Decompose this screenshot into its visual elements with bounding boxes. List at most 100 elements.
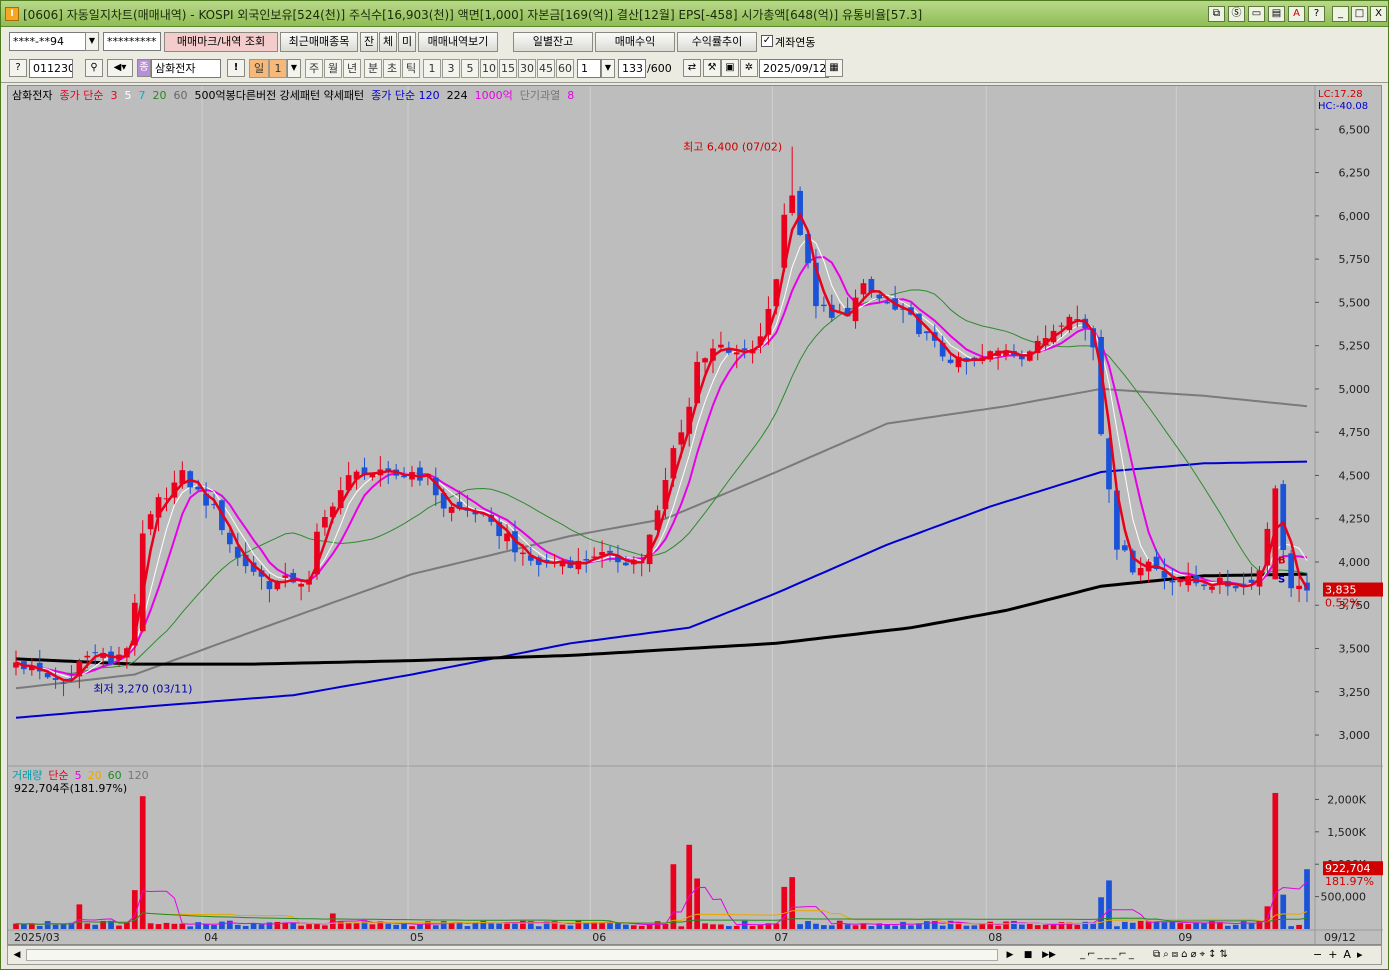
- price-tick-label: 5,750: [1339, 253, 1371, 266]
- tab-minute[interactable]: 분: [364, 59, 382, 78]
- chevron-down-icon[interactable]: ▼: [85, 32, 99, 51]
- chart-scrollbar[interactable]: ◀ ▶ ■ ▶▶ _⌐___⌐_ ⧉⌕⧈⌂⌀⌖↕⇅ −+A▸: [7, 945, 1382, 965]
- volume-bar: [13, 923, 19, 929]
- x-axis-label: 09/12: [1324, 931, 1356, 944]
- exclaim-icon[interactable]: !: [227, 59, 245, 77]
- gear-icon[interactable]: ✲: [740, 59, 758, 77]
- volume-bar: [369, 924, 376, 929]
- candle-body: [84, 655, 91, 658]
- candle-body: [298, 583, 304, 587]
- volume-bar: [694, 878, 700, 929]
- balance-button[interactable]: 잔: [360, 32, 378, 52]
- hc-label: HC:-40.08: [1318, 101, 1368, 112]
- layout-icon[interactable]: ▤: [1268, 6, 1285, 22]
- return-trend-button[interactable]: 수익률추이: [677, 32, 757, 52]
- volume-bar: [1240, 921, 1247, 929]
- interval-3[interactable]: 3: [442, 59, 460, 78]
- date-field[interactable]: 2025/09/12: [759, 59, 829, 78]
- volume-bar: [892, 925, 898, 929]
- close-button[interactable]: X: [1370, 6, 1387, 22]
- volume-bar: [1074, 924, 1081, 929]
- chevron-down-icon[interactable]: ▼: [601, 59, 615, 78]
- info-icon[interactable]: ?: [9, 59, 27, 77]
- daily-count-field[interactable]: 1: [269, 59, 287, 78]
- interval-15[interactable]: 15: [499, 59, 517, 78]
- screen-icon[interactable]: ▭: [1248, 6, 1265, 22]
- search-icon[interactable]: ⚲: [85, 59, 103, 77]
- price-legend-item: 종가 단순 120: [371, 89, 439, 102]
- fast-forward-icon[interactable]: ▶▶: [1039, 948, 1059, 962]
- stock-name-field[interactable]: 삼화전자: [151, 59, 221, 78]
- x-axis-label: 05: [410, 931, 424, 944]
- volume-bar: [567, 925, 574, 929]
- scroll-left-icon[interactable]: ◀: [10, 948, 24, 962]
- trade-profit-button[interactable]: 매매수익: [595, 32, 675, 52]
- volume-bar: [211, 925, 217, 929]
- volume-bar: [987, 921, 994, 929]
- interval-10[interactable]: 10: [480, 59, 498, 78]
- recent-trades-button[interactable]: 최근매매종목: [280, 32, 358, 52]
- candle-body: [821, 304, 827, 307]
- interval-5[interactable]: 5: [461, 59, 479, 78]
- settings-icon[interactable]: ⇄: [683, 59, 701, 77]
- volume-bar: [440, 921, 447, 929]
- volume-bar: [844, 924, 851, 929]
- zoom-slider[interactable]: _⌐___⌐_: [1068, 948, 1148, 962]
- zoom-icons[interactable]: −+A▸: [1313, 948, 1383, 962]
- executed-button[interactable]: 체: [379, 32, 397, 52]
- chevron-down-icon[interactable]: ▼: [287, 59, 301, 78]
- stock-code-input[interactable]: 011230: [29, 59, 73, 78]
- interval-30[interactable]: 30: [518, 59, 536, 78]
- stop-icon[interactable]: ■: [1021, 948, 1035, 962]
- unfilled-button[interactable]: 미: [398, 32, 416, 52]
- trade-mark-query-button[interactable]: 매매마크/내역 조회: [164, 32, 278, 52]
- daily-balance-button[interactable]: 일별잔고: [513, 32, 593, 52]
- candle-body: [876, 294, 883, 299]
- interval-45[interactable]: 45: [537, 59, 555, 78]
- volume-bar: [1137, 920, 1144, 929]
- help-icon[interactable]: ?: [1308, 6, 1325, 22]
- link-icon[interactable]: ⧉: [1208, 6, 1225, 22]
- volume-legend-item: 120: [128, 769, 149, 782]
- chart-area[interactable]: 3,000 3,250 3,500 3,750 4,000 4,250 4,500 4,750…: [7, 85, 1385, 946]
- scroll-right-icon[interactable]: ▶: [1003, 948, 1017, 962]
- tab-monthly[interactable]: 월: [324, 59, 342, 78]
- tab-second[interactable]: 초: [383, 59, 401, 78]
- volume-bar: [139, 796, 146, 929]
- scroll-track[interactable]: [26, 949, 998, 961]
- minimize-button[interactable]: _: [1332, 6, 1349, 22]
- volume-bar: [615, 922, 621, 929]
- tab-tick[interactable]: 틱: [402, 59, 420, 78]
- view-trades-button[interactable]: 매매내역보기: [418, 32, 498, 52]
- volume-bar: [298, 925, 304, 929]
- password-field[interactable]: *********: [103, 32, 161, 51]
- volume-bar: [1129, 922, 1136, 929]
- tab-weekly[interactable]: 주: [305, 59, 323, 78]
- interval-1[interactable]: 1: [423, 59, 441, 78]
- tab-yearly[interactable]: 년: [343, 59, 361, 78]
- volume-bar: [678, 926, 685, 929]
- volume-bar: [821, 925, 827, 929]
- window-title: [0606] 자동일지차트(매매내역) - KOSPI 외국인보유[524(천)…: [23, 8, 923, 22]
- chart-tools-icons[interactable]: ⧉⌕⧈⌂⌀⌖↕⇅: [1153, 948, 1303, 962]
- volume-bar: [1280, 894, 1287, 929]
- title-bar[interactable]: I [0606] 자동일지차트(매매내역) - KOSPI 외국인보유[524(…: [1, 1, 1388, 27]
- maximize-button[interactable]: □: [1351, 6, 1368, 22]
- price-legend-item: 5: [124, 89, 131, 102]
- volume-bar: [1288, 926, 1295, 929]
- tool-icon[interactable]: ⚒: [703, 59, 721, 77]
- count-field[interactable]: 1: [577, 59, 601, 78]
- tab-daily[interactable]: 일: [249, 59, 269, 78]
- x-axis-label: 07: [774, 931, 788, 944]
- account-link-checkbox[interactable]: ✓: [761, 35, 773, 47]
- stock-icon[interactable]: Ⓢ: [1228, 6, 1245, 22]
- volume-bar: [963, 925, 970, 929]
- stock-chart[interactable]: 3,0003,2503,5003,7504,0004,2504,5004,750…: [8, 86, 1385, 946]
- calendar-icon[interactable]: ▦: [825, 59, 843, 77]
- volume-bar: [781, 886, 788, 929]
- interval-60[interactable]: 60: [556, 59, 574, 78]
- font-icon[interactable]: A: [1288, 6, 1305, 22]
- save-icon[interactable]: ▣: [721, 59, 739, 77]
- speaker-icon[interactable]: ◀▾: [107, 59, 133, 77]
- range-input[interactable]: 133: [618, 59, 646, 78]
